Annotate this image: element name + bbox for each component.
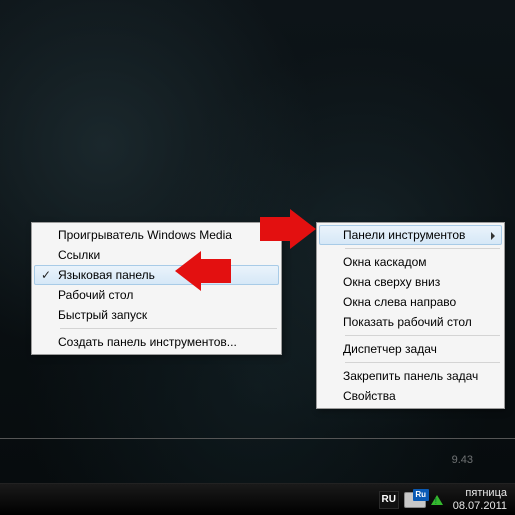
menu-item-label: Быстрый запуск: [58, 308, 147, 322]
time-label: 9.43: [452, 454, 473, 466]
menu-item-quicklaunch[interactable]: Быстрый запуск: [34, 305, 279, 325]
menu-item-label: Окна слева направо: [343, 295, 456, 309]
action-center-icon[interactable]: [431, 495, 443, 505]
menu-separator: [345, 362, 500, 363]
keyboard-layout-badge: Ru: [413, 489, 429, 501]
menu-item-cascade[interactable]: Окна каскадом: [319, 252, 502, 272]
language-code: RU: [382, 494, 396, 505]
menu-item-label: Создать панель инструментов...: [58, 335, 237, 349]
menu-item-stack-horizontal[interactable]: Окна слева направо: [319, 292, 502, 312]
menu-item-lock-taskbar[interactable]: Закрепить панель задач: [319, 366, 502, 386]
language-indicator[interactable]: RU: [379, 491, 399, 509]
arrow-left-annotation: [175, 251, 231, 291]
keyboard-layout-icon[interactable]: Ru: [404, 492, 426, 508]
date-label: 08.07.2011: [453, 500, 507, 513]
menu-item-label: Ссылки: [58, 248, 100, 262]
menu-item-show-desktop[interactable]: Показать рабочий стол: [319, 312, 502, 332]
weekday-label: пятница: [453, 487, 507, 500]
menu-item-label: Панели инструментов: [343, 228, 465, 242]
menu-item-desktop[interactable]: Рабочий стол: [34, 285, 279, 305]
menu-separator: [345, 335, 500, 336]
menu-item-wmp[interactable]: Проигрыватель Windows Media: [34, 225, 279, 245]
horizontal-divider: [0, 438, 515, 439]
menu-item-task-manager[interactable]: Диспетчер задач: [319, 339, 502, 359]
menu-item-new-toolbar[interactable]: Создать панель инструментов...: [34, 332, 279, 352]
menu-item-label: Окна сверху вниз: [343, 275, 440, 289]
taskbar[interactable]: 9.43 RU Ru пятница 08.07.2011: [0, 483, 515, 515]
menu-item-label: Показать рабочий стол: [343, 315, 472, 329]
system-tray: RU Ru пятница 08.07.2011: [377, 484, 509, 515]
menu-separator: [345, 248, 500, 249]
menu-item-label: Проигрыватель Windows Media: [58, 228, 232, 242]
tray-clock[interactable]: пятница 08.07.2011: [451, 487, 509, 513]
menu-item-label: Диспетчер задач: [343, 342, 437, 356]
menu-item-label: Рабочий стол: [58, 288, 133, 302]
menu-separator: [60, 328, 277, 329]
clock-peek: 9.43: [383, 454, 473, 466]
tray-icons: RU Ru: [377, 491, 445, 509]
menu-item-links[interactable]: Ссылки: [34, 245, 279, 265]
menu-item-label: Окна каскадом: [343, 255, 427, 269]
menu-item-label: Свойства: [343, 389, 396, 403]
menu-item-label: Закрепить панель задач: [343, 369, 478, 383]
taskbar-context-menu: Панели инструментов Окна каскадом Окна с…: [316, 222, 505, 409]
toolbars-submenu: Проигрыватель Windows Media Ссылки Языко…: [31, 222, 282, 355]
menu-item-stack-vertical[interactable]: Окна сверху вниз: [319, 272, 502, 292]
menu-item-toolbars[interactable]: Панели инструментов: [319, 225, 502, 245]
menu-item-language-bar[interactable]: Языковая панель: [34, 265, 279, 285]
arrow-right-annotation: [260, 209, 316, 249]
menu-item-properties[interactable]: Свойства: [319, 386, 502, 406]
menu-item-label: Языковая панель: [58, 268, 155, 282]
